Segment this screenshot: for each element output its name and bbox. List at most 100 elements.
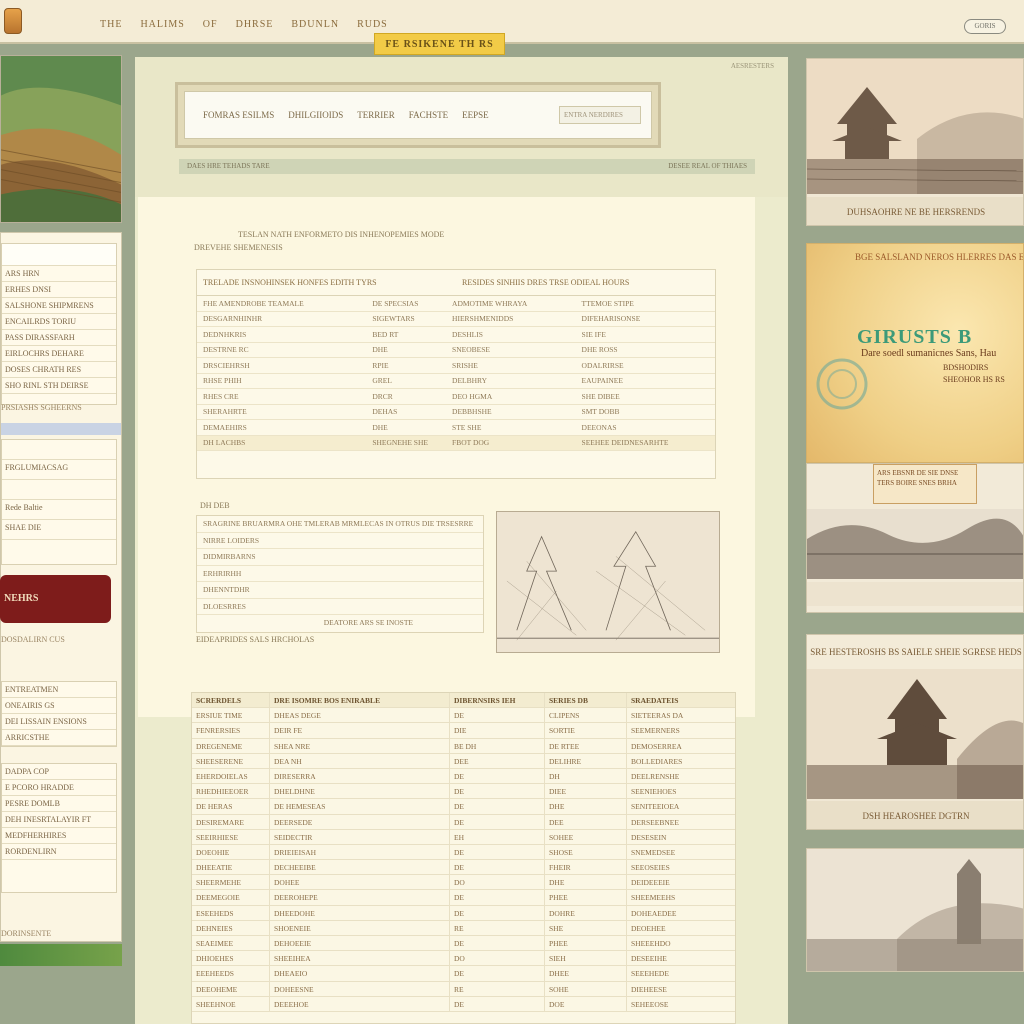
table-row[interactable]: DEHNEIES SHOENEIE RE SHE DEOEHEE <box>192 920 735 936</box>
list-item[interactable]: MEDFHERHIRES <box>2 828 116 844</box>
table-row[interactable]: ESEEHEDS DHEEDOHE DE DOHRE DOHEAEDEE <box>192 905 735 921</box>
table-row[interactable]: SEAEIMEE DEHOEEIE DE PHEE SHEEEHDO <box>192 936 735 952</box>
table-cell: PHEE <box>545 890 627 905</box>
table-cell: SEENIEHOES <box>631 787 677 797</box>
nav-item[interactable]: OF <box>203 19 218 30</box>
banner-tab[interactable]: FE RSIKENE TH RS <box>374 33 505 55</box>
sheet-row: DRSCIEHRSH RPIE SRISHE ODALRIRSE <box>197 358 715 374</box>
table-row[interactable]: FENRERSIES DEIR FE DIE SORTIE SEEMERNERS <box>192 723 735 739</box>
pagoda-card-1[interactable]: DUHSAOHRE NE BE HERSRENDS <box>806 58 1024 226</box>
table-row[interactable]: DE HERAS DE HEMESEAS DE DHE SENITEEIOEA <box>192 799 735 815</box>
list-item[interactable]: SHAE DIE <box>2 520 116 540</box>
table-cell: DESESEIN <box>631 832 667 842</box>
list-item[interactable]: DEI LISSAIN ENSIONS <box>2 714 116 730</box>
promo-poster[interactable]: BGE SALSLAND NEROS HLERRES DAS ERE GIRUS… <box>806 243 1024 463</box>
table-cell: SEHEEOSE <box>631 999 669 1009</box>
list-item[interactable] <box>2 440 116 460</box>
table-cell: DOE <box>545 996 627 1011</box>
table-row[interactable]: ERSIUE TIME DHEAS DEGE DE CLIPENS SIETEERAS … <box>192 708 735 724</box>
table-row[interactable]: EEEHEEDS DHEAEIO DE DHEE SEEEHEDE <box>192 966 735 982</box>
list-item[interactable] <box>2 480 116 500</box>
list-item[interactable]: ERHES DNSI <box>2 282 116 298</box>
logo-icon[interactable] <box>4 8 22 34</box>
cell: RHES CRE <box>203 391 239 401</box>
nav-item[interactable]: THE <box>100 19 122 30</box>
list-item[interactable]: PASS DIRASSFARH <box>2 330 116 346</box>
search-bar: FOMRAS ESILMS DHILGIIOIDS TERRIER FACHST… <box>184 91 652 139</box>
list-item[interactable]: EIRLOCHRS DEHARE <box>2 346 116 362</box>
table-cell: DIE <box>450 723 545 738</box>
table-row[interactable]: SEEIRHIESE SEIDECTIR EH SOHEE DESESEIN <box>192 829 735 845</box>
list-item[interactable]: ARS HRN <box>2 266 116 282</box>
table-row[interactable]: DEEOHEME DOHEESNE RE SOHE DIEHEESE <box>192 981 735 997</box>
search-label[interactable]: FACHSTE <box>409 110 448 120</box>
list-item[interactable]: PESRE DOMLB <box>2 796 116 812</box>
list-item[interactable]: ENCAILRDS TORIU <box>2 314 116 330</box>
table-row[interactable]: SHEERMEHE DOHEE DO DHE DEIDEEEIE <box>192 875 735 891</box>
list-item[interactable]: FRGLUMIACSAG <box>2 460 116 480</box>
cell: DEEONAS <box>581 422 617 432</box>
column-header[interactable]: SCRERDELS <box>192 693 270 708</box>
list-item[interactable]: ENTREATMEN <box>2 682 116 698</box>
table-row[interactable]: SHEEHNOE DEEEHOE DE DOE SEHEEOSE <box>192 996 735 1012</box>
column-header[interactable]: DIBERNSIRS IEH <box>450 693 545 708</box>
notes-caption: EIDEAPRIDES SALS HRCHOLAS <box>196 635 315 644</box>
table-cell: DHEAS DEGE <box>270 708 450 723</box>
table-row[interactable]: DESIREMARE DEERSEDE DE DEE DERSEEBNEE <box>192 814 735 830</box>
search-label[interactable]: DHILGIIOIDS <box>288 110 343 120</box>
data-table: SCRERDELS DRE ISOMRE BOS ENIRABLE DIBERN… <box>191 692 736 1024</box>
table-row[interactable]: EHERDOIELAS DIRESERRA DE DH DEELRENSHE <box>192 768 735 785</box>
list-item[interactable]: ARRICSTHE <box>2 730 116 746</box>
nav-item[interactable]: DHRSE <box>236 19 274 30</box>
poster-top-text: BGE SALSLAND NEROS HLERRES DAS ERE <box>855 252 1024 262</box>
header-corner-text: AESRESTERS <box>730 62 774 70</box>
top-right-button[interactable]: GORIS <box>964 19 1006 34</box>
table-row[interactable]: SHEESERENE DEA NH DEE DELIHRE BOLLEDIARES <box>192 753 735 769</box>
sheet-footer: DH LACHBS SHEGNEHE SHE FBOT DOG SEEHEE D… <box>197 435 715 451</box>
pagoda-card-4[interactable] <box>806 848 1024 972</box>
primary-action-button[interactable]: NEHRS <box>0 575 111 623</box>
table-cell: DO <box>450 951 545 966</box>
nav-item[interactable]: RUDS <box>357 19 388 30</box>
sheet-subheader: FHE AMENDROBE TEAMALE DE SPECSIAS ADMOTI… <box>197 296 715 312</box>
search-label[interactable]: EEPSE <box>462 110 489 120</box>
table-cell: DOHEESNE <box>270 981 450 996</box>
search-input[interactable]: ENTRA NERDIRES <box>559 106 641 124</box>
list-item[interactable]: SHO RINL STH DEIRSE <box>2 378 116 394</box>
table-cell: SEIDECTIR <box>270 829 450 844</box>
pagoda-card-2[interactable]: ARS EBSNR DE SIE DNSE TERS BOIRE SNES BR… <box>806 463 1024 613</box>
header-strip: DAES HRE TEHADS TARE DESEE REAL OF THIAE… <box>179 159 755 174</box>
list-item[interactable]: Rede Baltie <box>2 500 116 520</box>
list-item[interactable]: DEH INESRTALAYIR FT <box>2 812 116 828</box>
notes-title: DH DEB <box>200 501 230 510</box>
table-row[interactable]: DHEEATIE DECHEEIBE DE FHEIR SEEOSEIES <box>192 860 735 876</box>
cell: ADMOTIME WHRAYA <box>452 298 528 308</box>
list-item[interactable]: DADPA COP <box>2 764 116 780</box>
column-header[interactable]: DRE ISOMRE BOS ENIRABLE <box>270 693 450 708</box>
list-item[interactable]: DOSES CHRATH RES <box>2 362 116 378</box>
search-label[interactable]: TERRIER <box>357 110 395 120</box>
list-item[interactable]: E PCORO HRADDE <box>2 780 116 796</box>
sheet-row: DESGARNHINHR SIGEWTARS HIERSHMENIDDS DIFEHA… <box>197 312 715 327</box>
pagoda-sketch-image <box>496 511 720 653</box>
table-row[interactable]: DHIOEHES SHEEIHEA DO SIEH DESEEIHE <box>192 951 735 967</box>
table-cell: DEE <box>450 753 545 768</box>
column-header[interactable]: SERIES DB <box>545 693 627 708</box>
table-row[interactable]: DREGENEME SHEA NRE BE DH DE RTEE DEMOSERREA <box>192 738 735 754</box>
nav-item[interactable]: BDUNLN <box>291 19 339 30</box>
table-row[interactable]: DOEOHIE DRIEIEISAH DE SHOSE SNEMEDSEE <box>192 844 735 861</box>
table-cell: DE <box>450 905 545 920</box>
list-item[interactable]: RORDENLIRN <box>2 844 116 860</box>
table-row[interactable]: RHEDHIEEOER DHELDHNE DE DIEE SEENIEHOES <box>192 784 735 800</box>
list-item[interactable] <box>2 244 116 266</box>
pagoda-card-3[interactable]: SRE HESTEROSHS BS SAIELE SHEIE SGRESE HE… <box>806 634 1024 830</box>
column-header[interactable]: SRAEDATEIS <box>627 693 735 707</box>
table-row[interactable]: DEEMEGOIE DEEROHEPE DE PHEE SHEEMEEHS <box>192 890 735 906</box>
left-highlight-bar <box>1 423 121 435</box>
nav-item[interactable]: HALIMS <box>140 19 184 30</box>
cell: SMT DOBB <box>581 407 620 417</box>
search-label[interactable]: FOMRAS ESILMS <box>203 110 274 120</box>
table-cell: FENRERSIES <box>192 723 270 738</box>
list-item[interactable]: SALSHONE SHIPMRENS <box>2 298 116 314</box>
list-item[interactable]: ONEAIRIS GS <box>2 698 116 714</box>
